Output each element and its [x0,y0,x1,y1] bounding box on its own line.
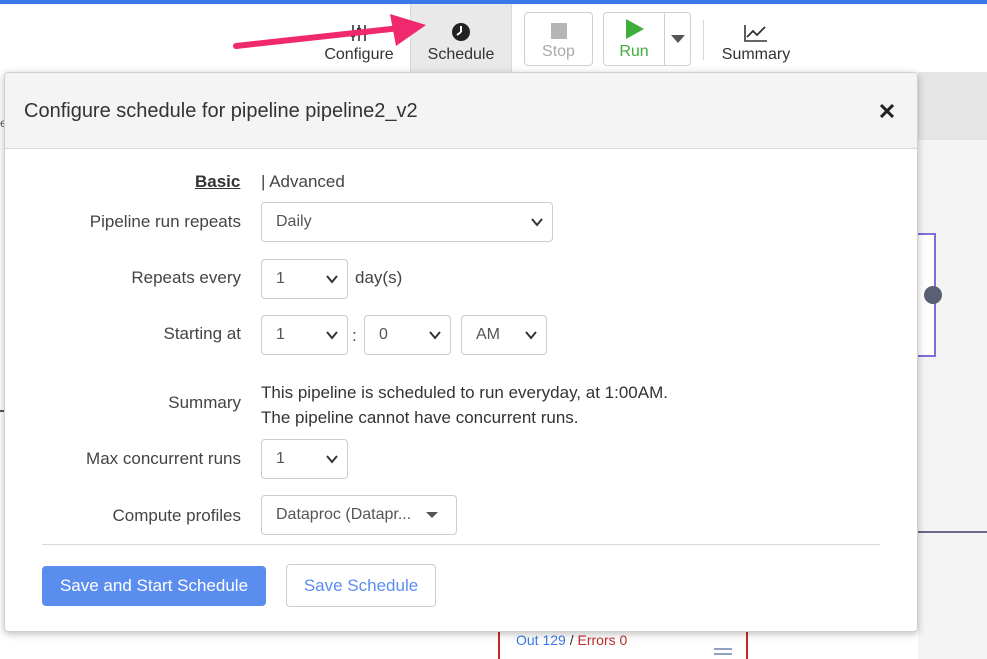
canvas-connection-line [918,531,987,533]
save-and-start-schedule-button[interactable]: Save and Start Schedule [42,566,266,606]
max-concurrent-label: Max concurrent runs [86,449,241,468]
summary-line-1: This pipeline is scheduled to run everyd… [261,383,668,402]
caret-down-icon [426,512,438,518]
pipeline-toolbar: Configure Schedule Stop Run Summary [0,4,987,72]
compute-profiles-label: Compute profiles [112,506,241,525]
clock-icon [452,23,470,41]
schedule-dialog: Configure schedule for pipeline pipeline… [4,72,918,632]
caret-down-icon [670,35,685,43]
tab-advanced[interactable]: | Advanced [261,172,345,192]
summary-line-2: The pipeline cannot have concurrent runs… [261,408,579,427]
error-count: Errors 0 [577,632,628,648]
stop-square-icon [550,23,567,39]
play-icon [626,19,644,39]
starting-ampm-select[interactable]: AM [461,315,547,355]
run-repeats-select[interactable]: Daily [261,202,553,242]
hamburger-menu-icon[interactable] [714,648,732,659]
stop-button[interactable]: Stop [524,12,593,66]
time-separator: : [352,326,357,345]
summary-button[interactable]: Summary [716,4,796,72]
run-repeats-value: Daily [276,213,312,230]
pipeline-canvas [918,140,987,659]
repeats-every-label: Repeats every [131,268,241,287]
chevron-down-icon [525,331,537,340]
starting-hour-value: 1 [276,326,285,343]
annotation-arrow-icon [233,14,426,49]
node-connector-endpoint[interactable] [924,286,942,304]
chevron-down-icon [531,218,543,227]
run-button[interactable]: Run [603,12,665,66]
summary-label: Summary [721,46,791,63]
schedule-summary: This pipeline is scheduled to run everyd… [261,380,668,430]
chevron-down-icon [326,331,338,340]
tab-basic[interactable]: Basic [195,172,240,192]
pipeline-node-metrics[interactable]: Out 129 / Errors 0 [498,628,748,659]
run-options-dropdown[interactable] [664,12,691,66]
out-count: Out 129 [516,632,566,648]
compute-profiles-value: Dataproc (Datapr... [276,506,412,523]
starting-ampm-value: AM [476,326,500,343]
chevron-down-icon [326,455,338,464]
toolbar-divider [703,20,704,60]
close-icon [879,103,895,119]
stats-separator: / [565,632,578,648]
repeats-unit: day(s) [355,268,403,287]
starting-minute-value: 0 [379,326,388,343]
run-repeats-label: Pipeline run repeats [89,212,241,231]
dialog-title: Configure schedule for pipeline pipeline… [24,100,418,122]
repeats-every-value: 1 [276,270,285,287]
chevron-down-icon [429,331,441,340]
node-stats: Out 129 / Errors 0 [516,632,627,648]
starting-minute-select[interactable]: 0 [364,315,451,355]
max-concurrent-value: 1 [276,450,285,467]
schedule-label: Schedule [427,46,495,63]
run-label: Run [619,43,649,60]
compute-profiles-select[interactable]: Dataproc (Datapr... [261,495,457,535]
close-button[interactable] [875,99,899,123]
canvas-header-band [918,72,987,140]
repeats-every-select[interactable]: 1 [261,259,348,299]
chevron-down-icon [326,275,338,284]
dialog-divider [42,544,880,545]
save-schedule-button[interactable]: Save Schedule [286,564,436,607]
starting-hour-select[interactable]: 1 [261,315,348,355]
line-chart-icon [744,25,767,42]
starting-at-label: Starting at [163,324,242,343]
dialog-header: Configure schedule for pipeline pipeline… [5,73,917,149]
max-concurrent-select[interactable]: 1 [261,439,348,479]
stop-label: Stop [542,43,575,60]
summary-label: Summary [168,393,241,412]
